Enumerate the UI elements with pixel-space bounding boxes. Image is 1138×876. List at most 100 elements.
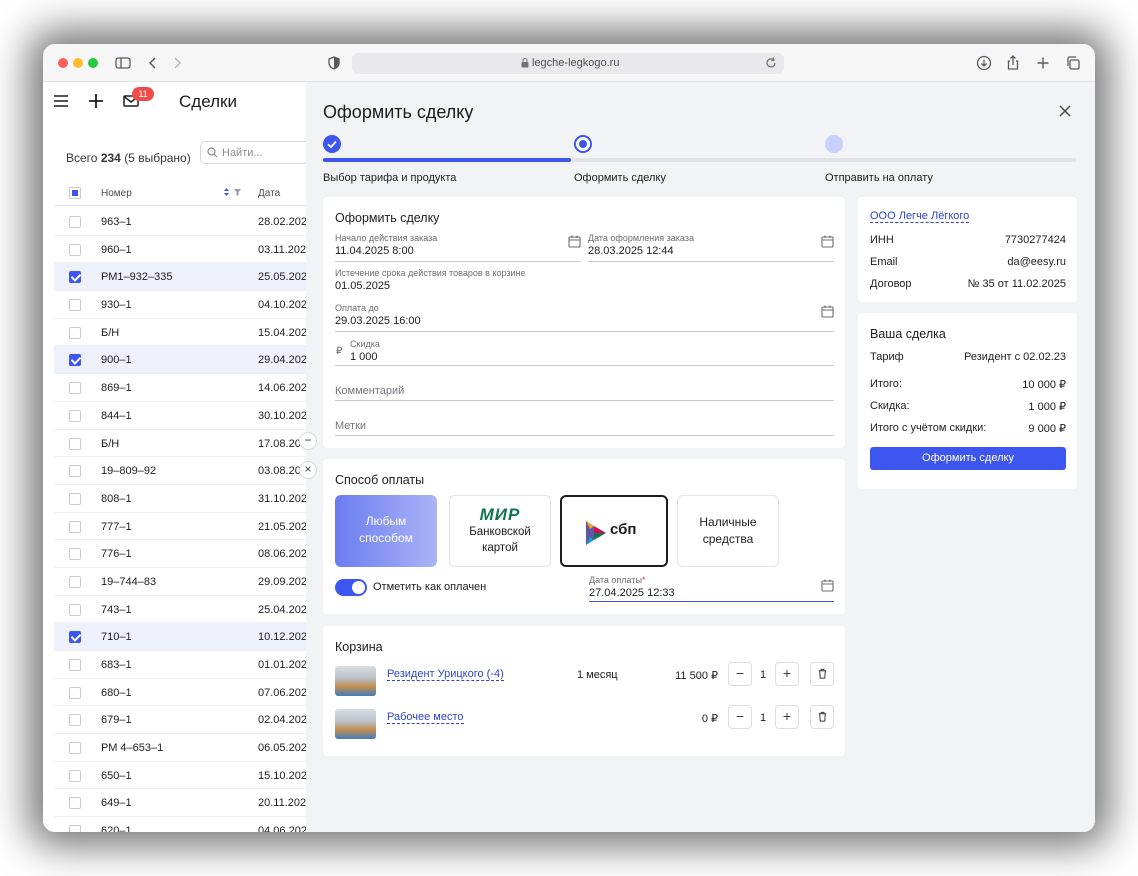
row-checkbox[interactable]	[69, 714, 81, 727]
sort-filter-icon[interactable]	[222, 187, 242, 197]
close-panel-button[interactable]: ×	[299, 461, 317, 479]
table-row[interactable]: 19–809–92 03.08.2024	[54, 457, 313, 485]
table-row[interactable]: 808–1 31.10.2024	[54, 485, 313, 513]
table-row[interactable]: 777–1 21.05.2024	[54, 513, 313, 541]
pay-any-tile[interactable]: Любым способом	[335, 495, 437, 567]
row-checkbox[interactable]	[69, 659, 81, 671]
minimize-window-button[interactable]	[73, 58, 83, 68]
tags-input[interactable]: Метки	[335, 412, 834, 436]
table-row[interactable]: 869–1 14.06.2024	[54, 374, 313, 402]
tabs-overview-icon[interactable]	[1063, 53, 1083, 73]
pay-cash-tile[interactable]: Наличные средства	[677, 495, 779, 567]
row-checkbox[interactable]	[69, 548, 81, 561]
expiry-field[interactable]: Истечение срока действия товаров в корзи…	[335, 268, 834, 296]
increase-qty-button[interactable]: +	[775, 662, 799, 686]
row-checkbox[interactable]	[69, 243, 81, 256]
close-window-button[interactable]	[58, 58, 68, 68]
cart-item-name[interactable]: Рабочее место	[387, 711, 464, 724]
column-number[interactable]: Номер	[101, 188, 132, 199]
row-checkbox[interactable]	[69, 686, 81, 699]
share-icon[interactable]	[1003, 53, 1023, 73]
table-row[interactable]: 650–1 15.10.2024	[54, 762, 313, 790]
decrease-qty-button[interactable]: −	[728, 705, 752, 729]
table-row[interactable]: 679–1 02.04.2024	[54, 706, 313, 735]
calendar-icon[interactable]	[568, 235, 581, 248]
search-input[interactable]: Найти...	[200, 141, 310, 164]
cart-item-name[interactable]: Резидент Урицкого (-4)	[387, 668, 504, 681]
row-checkbox[interactable]	[69, 631, 81, 644]
table-row[interactable]: 963–1 28.02.2025	[54, 208, 313, 236]
table-row[interactable]: Б/Н 15.04.2024	[54, 319, 313, 347]
close-icon[interactable]	[1058, 104, 1072, 118]
forward-icon[interactable]	[167, 53, 187, 73]
pay-card-tile[interactable]: МИР Банковской картой	[449, 495, 551, 567]
table-row[interactable]: 930–1 04.10.2024	[54, 291, 313, 319]
delete-item-button[interactable]	[810, 705, 834, 729]
submit-deal-button[interactable]: Оформить сделку	[870, 447, 1066, 470]
address-bar[interactable]: legche-legkogo.ru	[352, 53, 784, 74]
row-checkbox[interactable]	[69, 437, 81, 450]
table-row[interactable]: 776–1 08.06.2024	[54, 540, 313, 568]
row-checkbox[interactable]	[69, 769, 81, 782]
table-row[interactable]: 960–1 03.11.2024	[54, 236, 312, 264]
table-row[interactable]: 649–1 20.11.2024	[54, 789, 312, 818]
table-row[interactable]: 743–1 25.04.2024	[54, 596, 313, 624]
comment-input[interactable]: Комментарий	[335, 377, 834, 401]
step-label-2[interactable]: Оформить сделку	[574, 172, 666, 184]
collapse-button[interactable]: −	[299, 432, 317, 450]
table-row[interactable]: 844–1 30.10.2024	[54, 402, 313, 430]
back-icon[interactable]	[143, 53, 163, 73]
row-checkbox[interactable]	[69, 409, 81, 422]
new-tab-icon[interactable]	[1033, 53, 1053, 73]
table-row[interactable]: 620–1 04.06.2024	[54, 817, 313, 832]
row-checkbox[interactable]	[69, 216, 81, 228]
step-done-icon[interactable]	[323, 135, 341, 153]
table-row[interactable]: 710–1 10.12.2024	[54, 623, 313, 651]
reload-icon[interactable]	[764, 56, 778, 70]
table-row[interactable]: 683–1 01.01.2024	[54, 651, 313, 679]
table-row[interactable]: Б/Н 17.08.2024	[54, 430, 313, 458]
increase-qty-button[interactable]: +	[775, 705, 799, 729]
row-checkbox[interactable]	[69, 326, 81, 339]
row-checkbox[interactable]	[69, 603, 81, 616]
sidebar-toggle-icon[interactable]	[113, 53, 133, 73]
created-date-field[interactable]: Дата оформления заказа 28.03.2025 12:44	[588, 233, 834, 262]
select-all-checkbox[interactable]	[69, 187, 81, 199]
table-row[interactable]: РМ 4–653–1 06.05.2024	[54, 734, 313, 762]
step-label-1[interactable]: Выбор тарифа и продукта	[323, 172, 456, 184]
row-checkbox[interactable]	[69, 492, 81, 505]
step-current-icon[interactable]	[574, 135, 592, 153]
add-icon[interactable]	[87, 92, 105, 110]
discount-field[interactable]: ₽ Скидка 1 000	[335, 339, 834, 366]
row-checkbox[interactable]	[69, 797, 81, 810]
table-row[interactable]: 900–1 29.04.2024	[54, 346, 313, 375]
calendar-icon[interactable]	[821, 235, 834, 248]
row-checkbox[interactable]	[69, 271, 81, 284]
row-checkbox[interactable]	[69, 382, 81, 395]
row-checkbox[interactable]	[69, 465, 81, 478]
calendar-icon[interactable]	[821, 579, 834, 592]
row-checkbox[interactable]	[69, 354, 81, 367]
table-row[interactable]: РМ1–932–335 25.05.2024	[54, 263, 313, 292]
pay-date-field[interactable]: Дата оплаты * 27.04.2025 12:33	[589, 575, 834, 602]
pay-sbp-tile[interactable]: сбп	[560, 495, 668, 567]
mark-paid-toggle[interactable]	[335, 579, 367, 596]
row-checkbox[interactable]	[69, 299, 81, 312]
table-row[interactable]: 680–1 07.06.2024	[54, 679, 313, 707]
menu-icon[interactable]	[53, 94, 69, 108]
step-todo-icon[interactable]	[825, 135, 843, 153]
download-icon[interactable]	[974, 53, 994, 73]
table-row[interactable]: 19–744–83 29.09.2024	[54, 568, 313, 596]
row-checkbox[interactable]	[69, 825, 81, 832]
start-date-field[interactable]: Начало действия заказа 11.04.2025 8:00	[335, 233, 581, 262]
calendar-icon[interactable]	[821, 305, 834, 318]
shield-icon[interactable]	[324, 53, 344, 73]
row-checkbox[interactable]	[69, 742, 81, 755]
client-name-link[interactable]: ООО Легче Лёгкого	[870, 210, 970, 223]
pay-until-field[interactable]: Оплата до 29.03.2025 16:00	[335, 303, 834, 332]
row-checkbox[interactable]	[69, 520, 81, 533]
decrease-qty-button[interactable]: −	[728, 662, 752, 686]
row-checkbox[interactable]	[69, 575, 81, 588]
zoom-window-button[interactable]	[88, 58, 98, 68]
step-label-3[interactable]: Отправить на оплату	[825, 172, 933, 184]
